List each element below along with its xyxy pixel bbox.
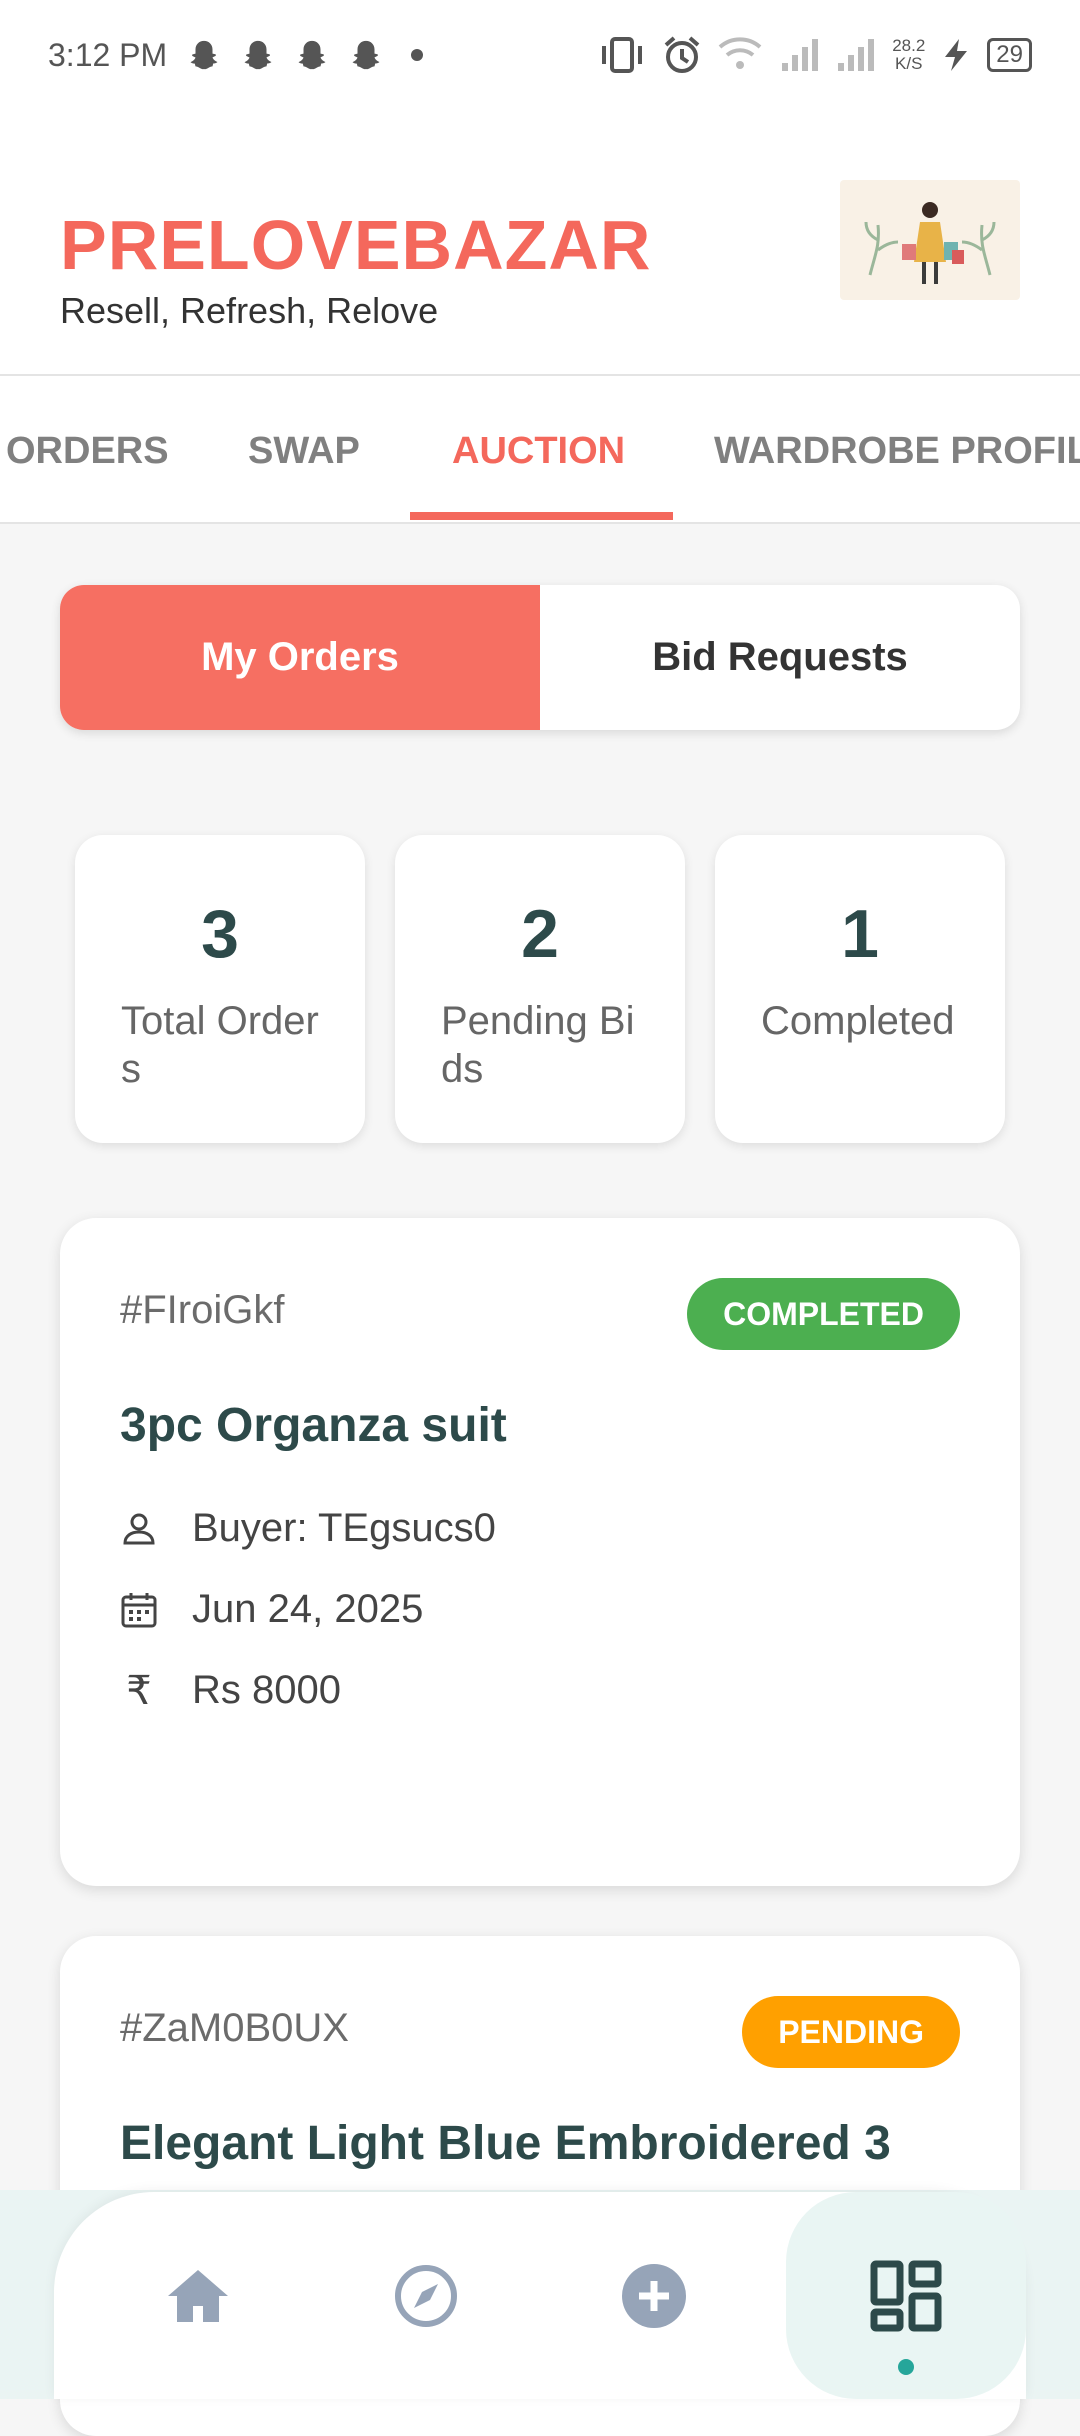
stat-value: 2: [521, 896, 559, 972]
snapchat-icon: [244, 40, 272, 70]
tab-orders[interactable]: ORDERS: [6, 376, 169, 522]
compass-icon: [395, 2264, 457, 2327]
signal-icon: [838, 39, 875, 71]
nav-add[interactable]: [574, 2192, 734, 2399]
status-bar: 3:12 PM 28.2 K/S 29: [0, 0, 1080, 110]
buyer-text: Buyer: TEgsucs0: [192, 1506, 496, 1550]
order-id: #FIroiGkf: [120, 1288, 285, 1332]
snapchat-icon: [298, 40, 326, 70]
my-orders-button[interactable]: My Orders: [60, 585, 540, 730]
stat-value: 1: [841, 896, 879, 972]
vibrate-icon: [602, 37, 643, 73]
bid-requests-button[interactable]: Bid Requests: [540, 585, 1020, 730]
app-tagline: Resell, Refresh, Relove: [60, 290, 439, 331]
order-title: 3pc Organza suit: [120, 1399, 507, 1452]
net-speed-value: 28.2: [892, 36, 926, 55]
date-row: Jun 24, 2025: [120, 1587, 423, 1632]
order-title: Elegant Light Blue Embroidered 3: [120, 2117, 891, 2170]
main-tabs: ORDERS SWAP AUCTION WARDROBE PROFILE: [0, 376, 1080, 524]
orders-segmented-control: My Orders Bid Requests: [60, 585, 1020, 730]
order-date: Jun 24, 2025: [192, 1587, 424, 1631]
battery-level: 29: [987, 38, 1032, 72]
tab-auction[interactable]: AUCTION: [452, 376, 625, 522]
price-row: ₹ Rs 8000: [120, 1668, 341, 1713]
alarm-icon: [664, 36, 700, 73]
tab-swap[interactable]: SWAP: [248, 376, 360, 522]
snapchat-icon: [352, 40, 380, 70]
order-card[interactable]: #FIroiGkf COMPLETED 3pc Organza suit Buy…: [60, 1218, 1020, 1886]
signal-icon: [782, 39, 819, 71]
active-tab-indicator: [410, 512, 673, 520]
rupee-icon: ₹: [126, 1668, 152, 1713]
net-speed-unit: K/S: [895, 54, 923, 73]
stat-card-total-orders: 3 Total Orders: [75, 835, 365, 1143]
snapchat-icon: [190, 40, 218, 70]
order-price: Rs 8000: [192, 1668, 341, 1712]
home-icon: [168, 2269, 228, 2322]
person-icon: [120, 1510, 158, 1548]
wifi-icon: [718, 37, 762, 69]
calendar-icon: [120, 1591, 158, 1629]
add-circle-icon: [622, 2263, 686, 2328]
app-title: PRELOVEBAZAR: [60, 206, 652, 284]
status-badge: COMPLETED: [687, 1278, 960, 1350]
app-header: PRELOVEBAZAR Resell, Refresh, Relove: [0, 110, 1080, 376]
nav-home[interactable]: [118, 2192, 278, 2399]
stat-label: Pending Bids: [441, 999, 635, 1091]
nav-dashboard[interactable]: [786, 2192, 1026, 2399]
status-badge: PENDING: [742, 1996, 960, 2068]
active-nav-dot: [898, 2359, 914, 2375]
more-notifications-dot-icon: [411, 49, 424, 61]
nav-explore[interactable]: [346, 2192, 506, 2399]
stat-card-completed: 1 Completed: [715, 835, 1005, 1143]
stats-row: 3 Total Orders 2 Pending Bids 1 Complete…: [75, 835, 1005, 1143]
charging-icon: [945, 39, 968, 71]
status-time: 3:12 PM: [48, 36, 168, 73]
order-id: #ZaM0B0UX: [120, 2006, 349, 2050]
stat-card-pending-bids: 2 Pending Bids: [395, 835, 685, 1143]
stat-label: Total Orders: [121, 999, 319, 1091]
buyer-row: Buyer: TEgsucs0: [120, 1506, 496, 1551]
bottom-navigation: [54, 2192, 1026, 2399]
tab-wardrobe-profile[interactable]: WARDROBE PROFILE: [714, 376, 1080, 522]
network-speed: 28.2 K/S: [892, 37, 925, 73]
stat-value: 3: [201, 896, 239, 972]
dashboard-icon: [870, 2260, 942, 2331]
brand-logo: [840, 180, 1020, 300]
stat-label: Completed: [761, 999, 955, 1043]
